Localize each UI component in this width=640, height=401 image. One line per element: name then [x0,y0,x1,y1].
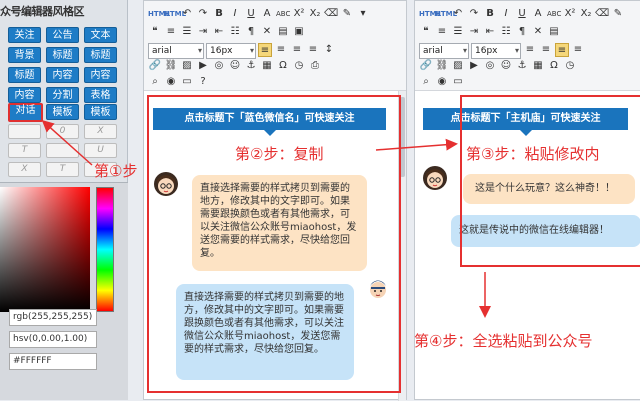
step3-label: 第③步：粘贴修改内 [466,145,600,163]
step2-label: 第②步：复制 [235,145,324,163]
step4-label: 第④步：全选粘贴到公众号 [414,332,593,350]
step1-label: 第①步 [94,162,138,180]
step1-arrow [41,119,93,166]
step2-arrow [375,138,458,151]
